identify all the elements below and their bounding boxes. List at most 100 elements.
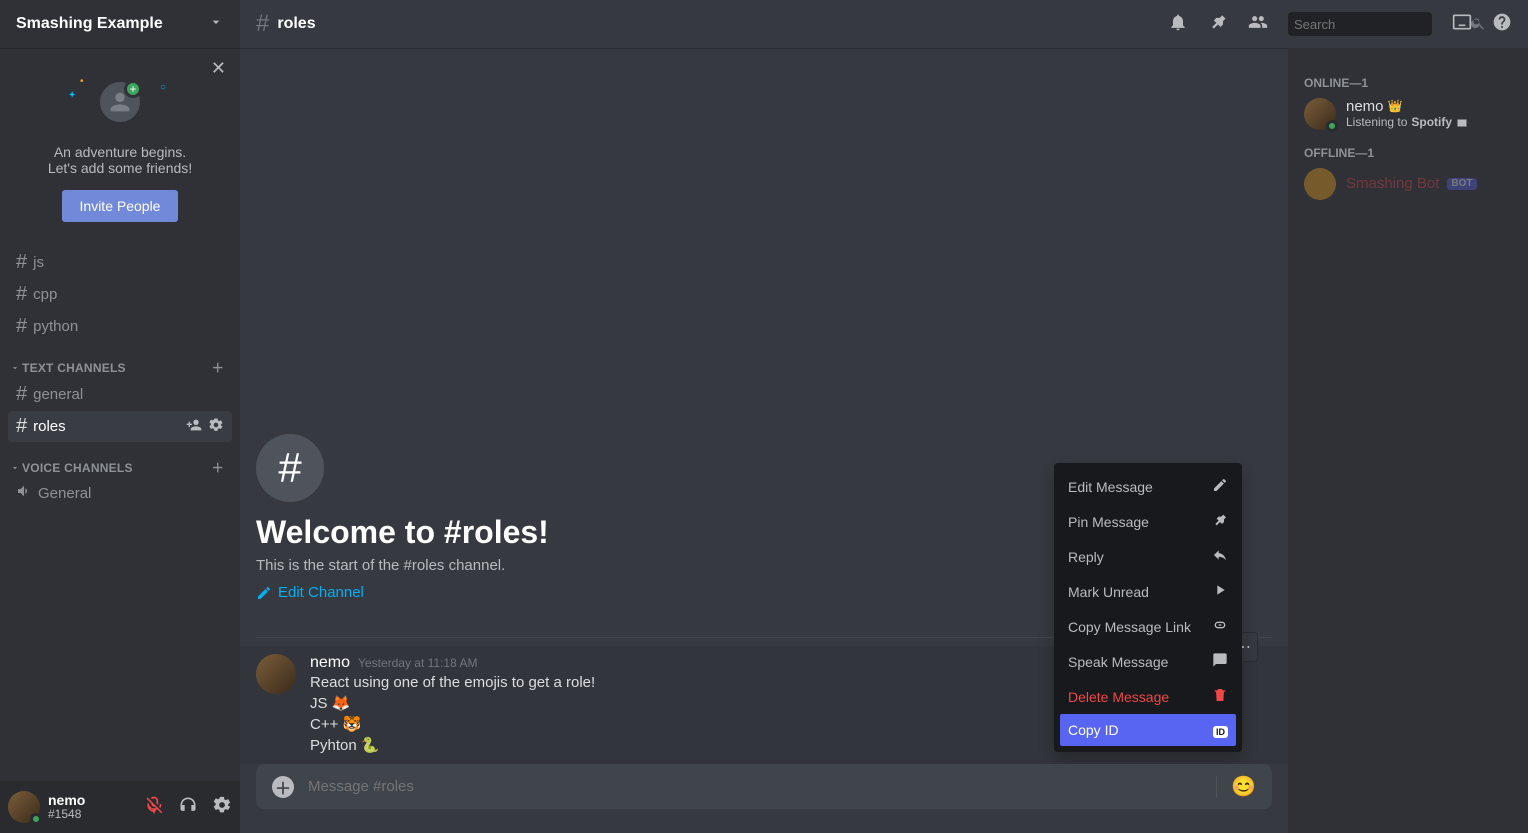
- help-icon[interactable]: [1492, 12, 1512, 37]
- channel-label: roles: [33, 418, 66, 435]
- ctx-copy-id[interactable]: Copy ID ID: [1060, 714, 1236, 746]
- ctx-reply[interactable]: Reply: [1060, 539, 1236, 574]
- member-smashing-bot[interactable]: Smashing BotBOT: [1296, 164, 1520, 204]
- ctx-delete-message[interactable]: Delete Message: [1060, 679, 1236, 714]
- message-avatar[interactable]: [256, 654, 296, 694]
- channel-label: General: [38, 485, 91, 502]
- category-text-channels[interactable]: Text Channels ＋: [8, 343, 232, 378]
- close-icon[interactable]: ✕: [211, 58, 226, 79]
- hash-icon: #: [256, 434, 324, 502]
- channel-label: python: [33, 318, 78, 335]
- channel-python[interactable]: # python: [8, 311, 232, 342]
- invite-panel: ✕ ✦ • ○ + An adventure begins. Let's add…: [0, 48, 240, 238]
- ctx-pin-message[interactable]: Pin Message: [1060, 504, 1236, 539]
- invite-illustration: ✦ • ○ +: [90, 72, 150, 132]
- message-compose: ＋ 😊: [256, 764, 1272, 809]
- divider: [1216, 776, 1217, 798]
- inbox-icon[interactable]: [1452, 12, 1472, 37]
- member-list: Online—1 nemo 👑Listening to Spotify Offl…: [1288, 48, 1528, 833]
- mute-icon[interactable]: [144, 795, 164, 820]
- user-panel: nemo #1548: [0, 781, 240, 833]
- search-input[interactable]: [1294, 17, 1470, 32]
- category-label: Text Channels: [22, 361, 126, 375]
- server-header[interactable]: Smashing Example: [0, 0, 240, 48]
- channel-list: #js#cpp#python Text Channels ＋ #general#…: [0, 238, 240, 781]
- deafen-icon[interactable]: [178, 795, 198, 820]
- message-author[interactable]: nemo: [310, 654, 350, 672]
- channel-general[interactable]: # general: [8, 379, 232, 410]
- channel-roles[interactable]: # roles: [8, 411, 232, 442]
- ctx-label: Reply: [1068, 549, 1104, 565]
- pinned-icon[interactable]: [1208, 12, 1228, 37]
- ctx-label: Copy Message Link: [1068, 619, 1191, 635]
- add-channel-icon[interactable]: ＋: [212, 459, 224, 476]
- channel-cpp[interactable]: # cpp: [8, 279, 232, 310]
- invite-people-button[interactable]: Invite People: [62, 190, 179, 222]
- reply-icon: [1212, 547, 1228, 566]
- settings-icon[interactable]: [212, 795, 232, 820]
- crown-icon: 👑: [1388, 100, 1403, 114]
- member-activity: Listening to Spotify: [1346, 116, 1468, 130]
- ctx-label: Mark Unread: [1068, 584, 1149, 600]
- message-input[interactable]: [308, 778, 1202, 795]
- member-list-icon[interactable]: [1248, 12, 1268, 37]
- invite-line2: Let's add some friends!: [16, 160, 224, 176]
- ctx-label: Copy ID: [1068, 722, 1119, 738]
- search-box[interactable]: [1288, 12, 1432, 36]
- hash-icon: #: [16, 415, 27, 438]
- channel-label: general: [33, 386, 83, 403]
- voice-channel-general[interactable]: General: [8, 479, 232, 507]
- server-sidebar: Smashing Example ✕ ✦ • ○ + An adventure …: [0, 0, 240, 833]
- hash-icon: #: [256, 10, 269, 38]
- hash-icon: #: [16, 251, 27, 274]
- add-channel-icon[interactable]: ＋: [212, 359, 224, 376]
- gear-icon[interactable]: [208, 417, 224, 437]
- channel-js[interactable]: # js: [8, 247, 232, 278]
- ctx-label: Speak Message: [1068, 654, 1168, 670]
- member-name: nemo 👑: [1346, 98, 1468, 115]
- mark-icon: [1212, 582, 1228, 601]
- ctx-speak-message[interactable]: Speak Message: [1060, 644, 1236, 679]
- ctx-label: Delete Message: [1068, 689, 1169, 705]
- pencil-icon: [1212, 477, 1228, 496]
- hash-icon: #: [16, 383, 27, 406]
- id-icon: ID: [1213, 722, 1228, 738]
- chevron-down-icon: [208, 14, 224, 35]
- pin-icon: [1212, 512, 1228, 531]
- server-name: Smashing Example: [16, 15, 163, 33]
- notifications-icon[interactable]: [1168, 12, 1188, 37]
- ctx-label: Pin Message: [1068, 514, 1149, 530]
- member-avatar: [1304, 98, 1336, 130]
- category-voice-channels[interactable]: Voice Channels ＋: [8, 443, 232, 478]
- channel-title: roles: [277, 15, 315, 33]
- channel-label: cpp: [33, 286, 57, 303]
- attach-button[interactable]: ＋: [272, 776, 294, 798]
- member-group-online: Online—1: [1296, 64, 1520, 94]
- emoji-picker-button[interactable]: 😊: [1231, 774, 1256, 799]
- hash-icon: #: [16, 315, 27, 338]
- ctx-label: Edit Message: [1068, 479, 1153, 495]
- self-avatar[interactable]: [8, 791, 40, 823]
- speak-icon: [1212, 652, 1228, 671]
- ctx-mark-unread[interactable]: Mark Unread: [1060, 574, 1236, 609]
- message-scroller[interactable]: # Welcome to #roles! This is the start o…: [240, 48, 1288, 764]
- plus-icon: +: [124, 80, 142, 98]
- member-group-offline: Offline—1: [1296, 134, 1520, 164]
- bot-badge: BOT: [1447, 178, 1476, 190]
- messages-area: # Welcome to #roles! This is the start o…: [240, 48, 1288, 833]
- member-avatar: [1304, 168, 1336, 200]
- ctx-copy-message-link[interactable]: Copy Message Link: [1060, 609, 1236, 644]
- message-context-menu: Edit Message Pin Message Reply Mark Unread C…: [1054, 463, 1242, 752]
- channel-label: js: [33, 254, 44, 271]
- ctx-edit-message[interactable]: Edit Message: [1060, 469, 1236, 504]
- invite-icon[interactable]: [186, 417, 202, 437]
- message-timestamp: Yesterday at 11:18 AM: [358, 656, 477, 670]
- member-nemo[interactable]: nemo 👑Listening to Spotify: [1296, 94, 1520, 134]
- self-tag: #1548: [48, 808, 85, 821]
- invite-line1: An adventure begins.: [16, 144, 224, 160]
- channel-header: # roles: [240, 0, 1528, 48]
- self-username: nemo: [48, 793, 85, 808]
- speaker-icon: [16, 483, 32, 503]
- category-label: Voice Channels: [22, 461, 133, 475]
- hash-icon: #: [16, 283, 27, 306]
